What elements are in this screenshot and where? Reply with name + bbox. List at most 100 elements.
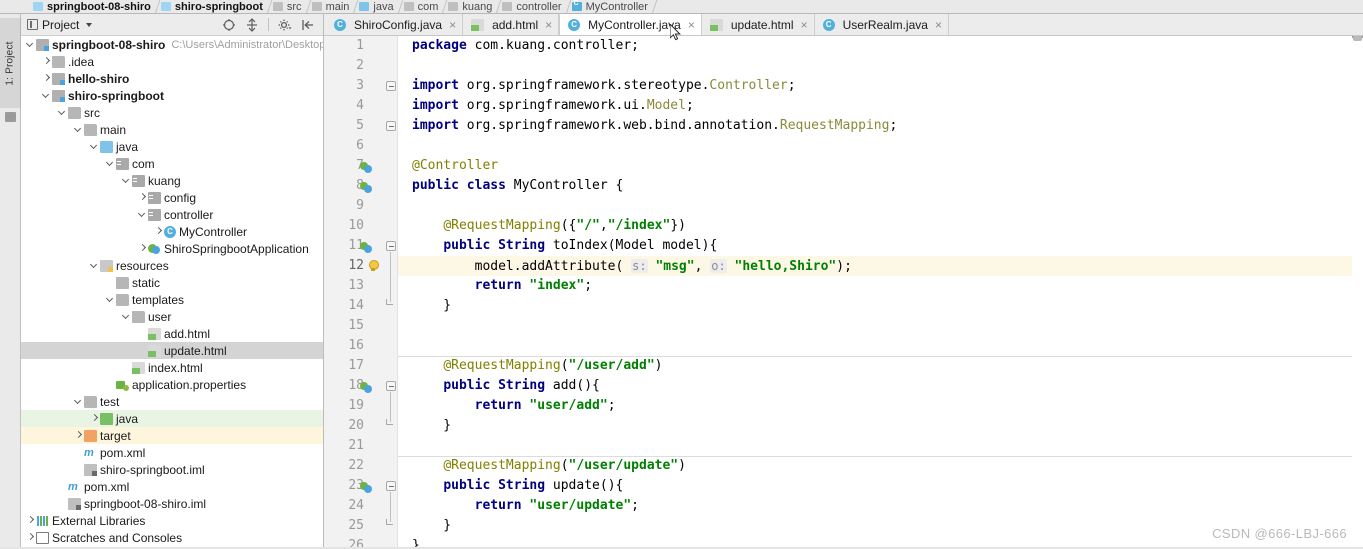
chevron-down-icon[interactable]	[121, 311, 132, 322]
breadcrumb-item-src[interactable]: src	[270, 0, 309, 13]
fold-collapse-icon[interactable]	[386, 241, 396, 251]
tree-node-hello-shiro[interactable]: hello-shiro	[21, 70, 323, 87]
structure-icon[interactable]	[5, 112, 16, 122]
intention-bulb-icon[interactable]	[368, 260, 379, 272]
fold-slot-5[interactable]	[384, 116, 397, 136]
fold-slot-22[interactable]	[384, 456, 397, 476]
editor-tab-update-html[interactable]: update.html ×	[701, 14, 815, 35]
tree-node-mycontroller[interactable]: MyController	[21, 223, 323, 240]
tree-node-resources[interactable]: resources	[21, 257, 323, 274]
code-line-2[interactable]	[398, 56, 1363, 76]
tree-node-shiro-springboot[interactable]: shiro-springboot	[21, 87, 323, 104]
close-icon[interactable]: ×	[545, 19, 552, 31]
gear-icon[interactable]	[278, 18, 292, 32]
breadcrumb-item-shiro-springboot[interactable]: shiro-springboot	[158, 0, 270, 13]
code-editor[interactable]: 1 2 3 4 5 6 7 8 9 10 11 12 13 14 15 16 17 18 19 20 21 22 23 24 2…	[324, 36, 1363, 549]
code-line-10[interactable]: @RequestMapping({"/","/index"})	[398, 216, 1363, 236]
chevron-down-icon[interactable]	[105, 158, 116, 169]
chevron-down-icon[interactable]	[105, 294, 116, 305]
fold-collapse-icon[interactable]	[386, 481, 396, 491]
chevron-right-icon[interactable]	[41, 73, 52, 84]
collapse-all-icon[interactable]	[222, 18, 236, 32]
tree-node-add-html[interactable]: add.html	[21, 325, 323, 342]
chevron-down-icon[interactable]	[89, 141, 100, 152]
fold-slot-9[interactable]	[384, 196, 397, 216]
code-line-21[interactable]	[398, 436, 1363, 456]
tree-node-src[interactable]: src	[21, 104, 323, 121]
code-line-15[interactable]	[398, 316, 1363, 336]
tree-node-target[interactable]: target	[21, 427, 323, 444]
tree-node-external-libraries[interactable]: External Libraries	[21, 512, 323, 529]
chevron-down-icon[interactable]	[57, 107, 68, 118]
breadcrumb-item-springboot-08-shiro[interactable]: springboot-08-shiro	[30, 0, 158, 13]
tree-node-java[interactable]: java	[21, 138, 323, 155]
code-line-23[interactable]: public String update(){	[398, 476, 1363, 496]
code-line-5[interactable]: import org.springframework.web.bind.anno…	[398, 116, 1363, 136]
tree-node-controller[interactable]: controller	[21, 206, 323, 223]
fold-slot-17[interactable]	[384, 356, 397, 376]
tree-node-kuang[interactable]: kuang	[21, 172, 323, 189]
code-line-7[interactable]: @Controller	[398, 156, 1363, 176]
hide-panel-icon[interactable]	[301, 18, 315, 32]
chevron-down-icon[interactable]	[25, 39, 36, 50]
code-line-8[interactable]: public class MyController {	[398, 176, 1363, 196]
code-line-24[interactable]: return "user/update";	[398, 496, 1363, 516]
chevron-down-icon[interactable]	[73, 124, 84, 135]
expand-all-icon[interactable]	[245, 17, 259, 32]
code-line-18[interactable]: public String add(){	[398, 376, 1363, 396]
tree-node-pom-xml[interactable]: m pom.xml	[21, 444, 323, 461]
fold-slot-1[interactable]	[384, 36, 397, 56]
chevron-down-icon[interactable]	[73, 396, 84, 407]
fold-slot-15[interactable]	[384, 316, 397, 336]
code-line-6[interactable]	[398, 136, 1363, 156]
close-icon[interactable]: ×	[449, 19, 456, 31]
project-tree[interactable]: springboot-08-shiro C:\Users\Administrato…	[21, 36, 323, 549]
tree-node-test[interactable]: test	[21, 393, 323, 410]
chevron-right-icon[interactable]	[41, 56, 52, 67]
tool-window-tab-project[interactable]: 1: Project	[0, 18, 21, 108]
editor-vertical-scrollbar[interactable]	[1352, 36, 1363, 549]
tree-node-java[interactable]: java	[21, 410, 323, 427]
code-text[interactable]: package com.kuang.controller; import org…	[398, 36, 1363, 549]
fold-collapse-icon[interactable]	[386, 81, 396, 91]
tree-node-pom-xml[interactable]: m pom.xml	[21, 478, 323, 495]
fold-slot-16[interactable]	[384, 336, 397, 356]
chevron-down-icon[interactable]	[137, 209, 148, 220]
tree-node-templates[interactable]: templates	[21, 291, 323, 308]
breadcrumb-item-main[interactable]: main	[309, 0, 357, 13]
editor-tab-add-html[interactable]: add.html ×	[463, 14, 560, 35]
tree-node-scratches-and-consoles[interactable]: Scratches and Consoles	[21, 529, 323, 546]
editor-tab-shiroconfig-java[interactable]: ShiroConfig.java ×	[326, 14, 464, 35]
code-line-13[interactable]: return "index";	[398, 276, 1363, 296]
code-line-9[interactable]	[398, 196, 1363, 216]
chevron-right-icon[interactable]	[153, 226, 164, 237]
code-line-11[interactable]: public String toIndex(Model model){	[398, 236, 1363, 256]
tree-node-user[interactable]: user	[21, 308, 323, 325]
tree-node-shiro-springboot-iml[interactable]: shiro-springboot.iml	[21, 461, 323, 478]
fold-collapse-icon[interactable]	[386, 381, 396, 391]
breadcrumb-item-com[interactable]: com	[401, 0, 446, 13]
code-line-3[interactable]: import org.springframework.stereotype.Co…	[398, 76, 1363, 96]
code-line-16[interactable]	[398, 336, 1363, 356]
code-line-22[interactable]: @RequestMapping("/user/update")	[398, 456, 1363, 476]
breadcrumb-item-kuang[interactable]: kuang	[445, 0, 499, 13]
close-icon[interactable]: ×	[935, 19, 942, 31]
tree-node-springboot-08-shiro[interactable]: springboot-08-shiro C:\Users\Administrato…	[21, 36, 323, 53]
code-line-20[interactable]: }	[398, 416, 1363, 436]
fold-slot-2[interactable]	[384, 56, 397, 76]
fold-slot-7[interactable]	[384, 156, 397, 176]
chevron-down-icon[interactable]	[41, 90, 52, 101]
close-icon[interactable]: ×	[801, 19, 808, 31]
chevron-down-icon[interactable]	[89, 260, 100, 271]
breadcrumb-item-mycontroller[interactable]: MyController	[569, 0, 655, 13]
tree-node-application-properties[interactable]: application.properties	[21, 376, 323, 393]
project-panel-title-group[interactable]: Project	[27, 18, 93, 32]
tree-node-main[interactable]: main	[21, 121, 323, 138]
fold-slot-4[interactable]	[384, 96, 397, 116]
chevron-right-icon[interactable]	[73, 430, 84, 441]
chevron-right-icon[interactable]	[25, 515, 36, 526]
editor-tab-mycontroller-java[interactable]: MyController.java ×	[559, 14, 702, 35]
chevron-right-icon[interactable]	[137, 192, 148, 203]
tree-node-update-html[interactable]: update.html	[21, 342, 323, 359]
fold-slot-6[interactable]	[384, 136, 397, 156]
